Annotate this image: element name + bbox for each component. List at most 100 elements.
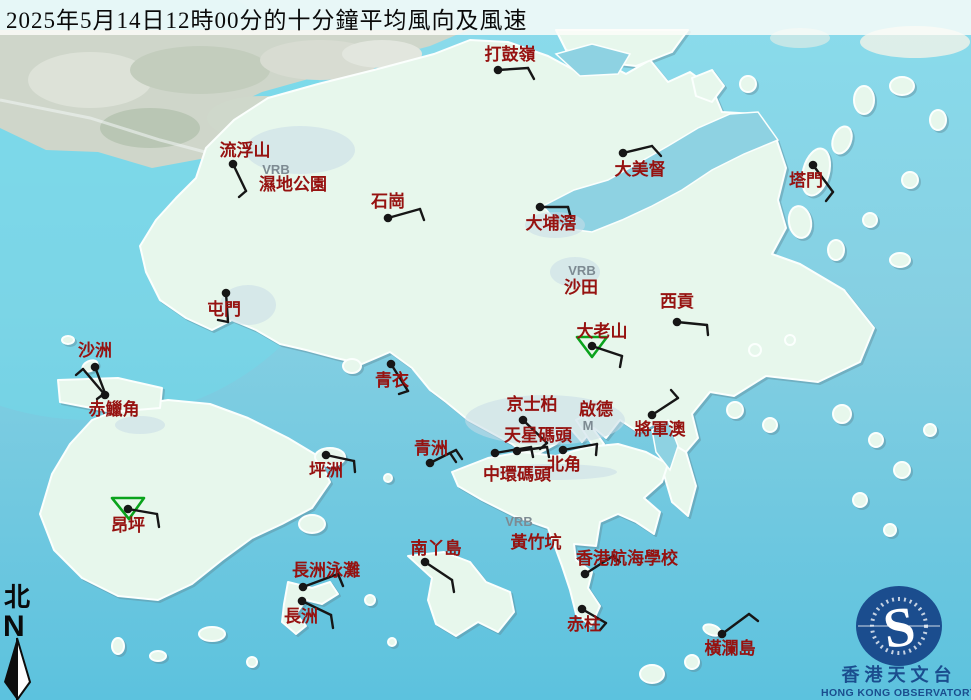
sw-island-3 [112,638,124,654]
station-dot [101,391,110,400]
station-label: 屯門 [207,299,241,319]
station-label: 流浮山 [220,140,271,160]
station-dot [491,449,500,458]
ne-island-3 [828,240,844,260]
lamma-islet-2 [388,638,396,646]
ne-island-4 [740,76,756,92]
station-note-vrb: VRB [505,514,532,529]
station-dot [299,583,308,592]
e-island-6 [894,462,910,478]
port-shelter-islet-4 [763,418,777,432]
station-label: 大老山 [577,321,628,341]
station-dot [421,558,430,567]
station-label: 赤鱲角 [89,399,140,419]
station-label: 濕地公園 [259,174,327,194]
station-label: 橫瀾島 [705,638,756,658]
station-dot [648,411,657,420]
sw-island-2 [247,657,257,667]
station-label: 打鼓嶺 [485,44,536,64]
station-label: 大美督 [615,159,666,179]
wind-barb-tick [596,444,597,455]
port-shelter-islet-1 [749,344,761,356]
e-island-9 [884,524,896,536]
station-dot [91,363,100,372]
e-island-4 [833,405,851,423]
station-label: 沙田 [564,278,598,297]
lamma-islet-1 [365,595,375,605]
station-dot [387,360,396,369]
station-label: 長洲泳灘 [292,560,360,580]
station-label: 啟德 [579,399,613,419]
ne-island-6 [890,77,914,95]
hei-ling-chau [299,515,325,533]
station-label: 天星碼頭 [504,426,573,445]
station-dot [229,160,238,169]
wind-barb-tick [354,461,355,472]
station-dot [536,203,545,212]
station-label: 塔門 [789,170,823,190]
station-label: 黃竹坑 [510,532,562,552]
station-label: 香港航海學校 [576,548,679,568]
station-note-m: M [583,418,594,433]
station-dot [581,570,590,579]
po-toi [640,665,664,683]
station-label: 長洲 [284,607,318,626]
station-label: 石崗 [370,192,405,211]
station-dot [809,161,818,170]
port-shelter-islet-2 [785,335,795,345]
ne-island-5 [854,86,874,114]
compass-n-letter: N [3,610,25,643]
station-dot [322,451,331,460]
station-dot [298,597,307,606]
station-dot [222,289,231,298]
station-label: 京士柏 [507,394,558,414]
station-dot [588,342,597,351]
station-sha-tin: VRB沙田 [564,263,598,297]
station-dot [124,505,133,514]
e-island-7 [924,424,936,436]
station-label: 中環碼頭 [483,464,552,484]
station-dot [426,459,435,468]
station-label: 大埔滘 [526,213,577,233]
station-dot [519,416,528,425]
e-island-3 [902,172,918,188]
lung-kwu-chau [62,336,74,344]
station-dot [559,446,568,455]
station-dot [673,318,682,327]
station-label: 北角 [547,454,581,474]
station-label: 南丫島 [411,538,462,558]
e-island-2 [863,213,877,227]
hko-name-en: HONG KONG OBSERVATORY [821,687,971,699]
station-note-vrb: VRB [568,263,595,278]
hko-name-zh: 香港天文台 [841,664,957,685]
title-bar: 2025年5月14日12時00分的十分鐘平均風向及風速 [0,0,971,35]
station-dot [384,214,393,223]
kau-yi-chau [384,474,392,482]
station-label: 將軍澳 [635,419,687,439]
wind-barb-tick [707,325,708,335]
e-island-1 [890,253,910,267]
map-title: 2025年5月14日12時00分的十分鐘平均風向及風速 [0,1,528,35]
shek-kwu-chau [199,627,225,641]
station-dot [494,66,503,75]
station-label: 昂坪 [111,516,145,535]
ma-wan [343,359,361,373]
e-island-8 [853,493,867,507]
station-label: 赤柱 [567,614,601,634]
station-dot [578,605,587,614]
e-island-5 [869,433,883,447]
station-label: 青衣 [375,370,409,390]
station-label: 青洲 [414,438,448,458]
station-label: 沙洲 [78,341,112,360]
station-label: 西貢 [660,292,694,311]
wind-map-page: 打鼓嶺流浮山VRB濕地公園石崗大美督大埔滘塔門VRB沙田屯門西貢沙洲赤鱲角大老山… [0,0,971,700]
station-dot [718,630,727,639]
s-island-1 [685,655,699,669]
compass-hanzi: 北 [4,583,30,612]
hong-kong-map: 打鼓嶺流浮山VRB濕地公園石崗大美督大埔滘塔門VRB沙田屯門西貢沙洲赤鱲角大老山… [0,0,971,700]
sw-island-1 [150,651,166,661]
ne-island-7 [930,110,946,130]
station-dot [619,149,628,158]
station-label: 坪洲 [309,461,343,480]
port-shelter-islet-3 [727,402,743,418]
